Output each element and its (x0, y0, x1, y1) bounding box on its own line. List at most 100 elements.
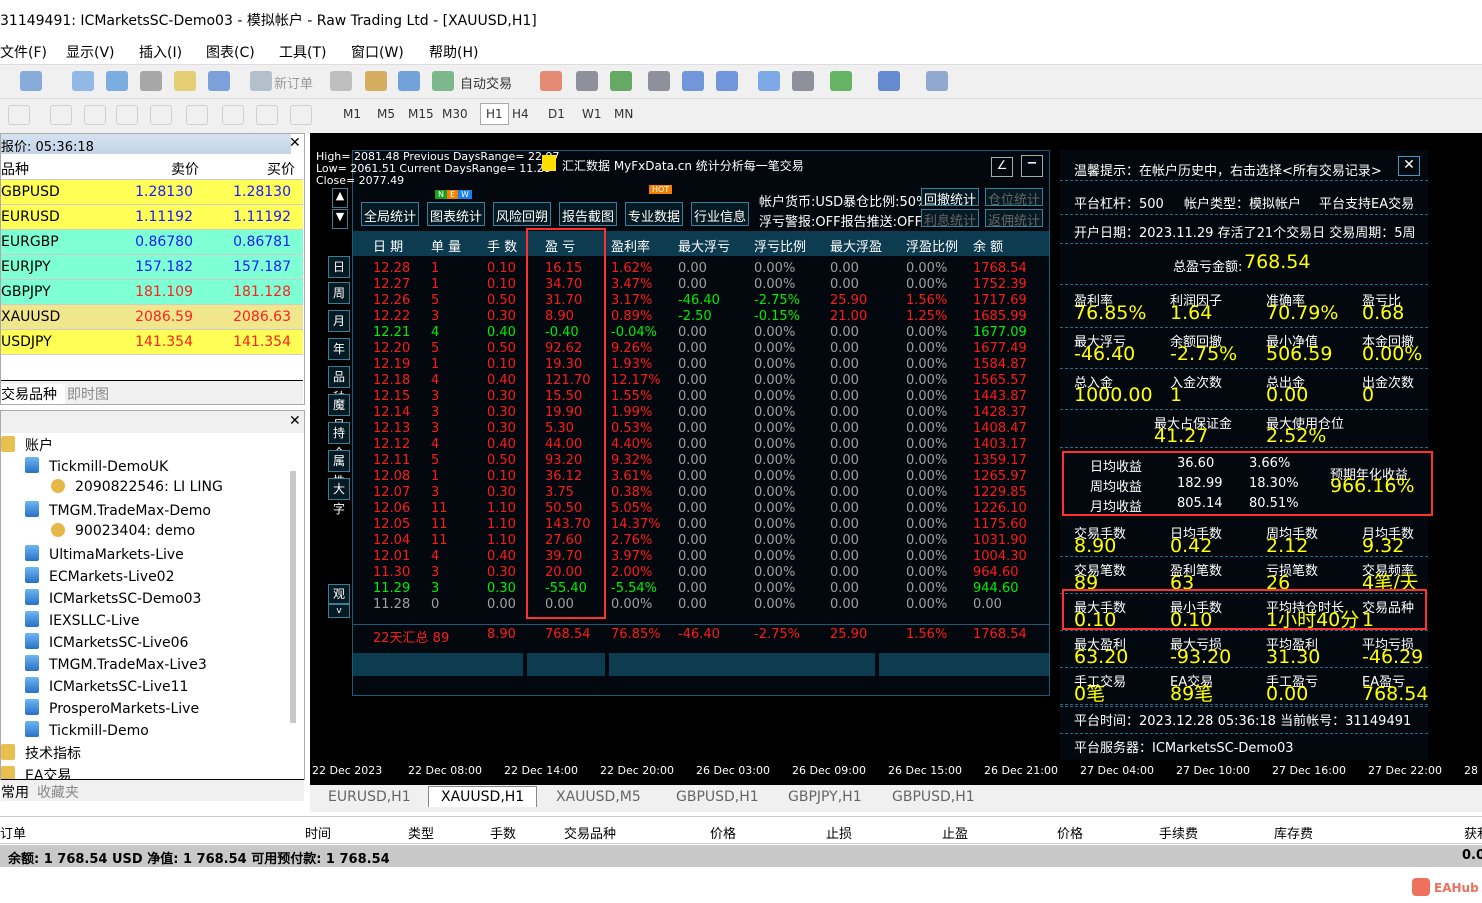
period-button[interactable]: 日 (328, 256, 350, 278)
navigator-item[interactable]: ICMarketsSC-Demo03 (25, 589, 201, 607)
button-pro-data[interactable]: 专业数据 (625, 202, 684, 226)
menu-item[interactable]: 帮助(H) (429, 42, 478, 62)
toolbar-icon[interactable] (540, 71, 562, 91)
chevron-down-icon[interactable]: v (328, 604, 350, 618)
timeframe-H1[interactable]: H1 (480, 103, 509, 125)
tab-symbols[interactable]: 交易品种 (1, 384, 65, 404)
navigator-item[interactable]: IEXSLLC-Live (25, 611, 139, 629)
period-button[interactable]: 月 (328, 310, 350, 332)
watch-button[interactable]: 观摩 (328, 584, 350, 619)
button-chart-stats[interactable]: 图表统计 (427, 202, 486, 226)
timeframe-MN[interactable]: MN (614, 107, 633, 121)
market-watch-row[interactable]: EURJPY 157.182 157.187 (1, 255, 303, 280)
navigator-item[interactable]: 90023404: demo (51, 523, 195, 539)
toolbar-icon[interactable] (106, 71, 128, 91)
navigator-item[interactable]: TMGM.TradeMax-Live3 (25, 655, 207, 673)
period-button[interactable]: 周 (328, 282, 350, 304)
toolbar-icon[interactable] (365, 71, 387, 91)
drawing-tool-icon[interactable] (50, 105, 72, 125)
period-button[interactable]: 大字 (328, 478, 350, 516)
chart-tab[interactable]: XAUUSD,H1 (428, 786, 538, 807)
market-watch-row[interactable]: GBPJPY 181.109 181.128 (1, 280, 303, 305)
tab-favorites[interactable]: 收藏夹 (37, 782, 79, 802)
toolbar-icon[interactable] (72, 71, 94, 91)
column-header[interactable]: 浮盈比例 (906, 236, 958, 255)
drawing-tool-icon[interactable] (150, 105, 172, 125)
chart-tab[interactable]: GBPJPY,H1 (788, 789, 862, 805)
navigator-item[interactable]: Tickmill-DemoUK (25, 457, 168, 475)
rebate-stats-button[interactable]: 返佣统计 (985, 209, 1044, 229)
drawing-tool-icon[interactable] (222, 105, 244, 125)
market-watch-row[interactable]: EURUSD 1.11192 1.11192 (1, 205, 303, 230)
timeframe-M5[interactable]: M5 (377, 107, 395, 121)
navigator-item[interactable]: UltimaMarkets-Live (25, 545, 184, 563)
scroll-up-button[interactable]: ▲ (332, 188, 348, 208)
button-report-screenshot[interactable]: 报告截图 (559, 202, 618, 226)
navigator-item[interactable]: 2090822546: LI LING (51, 479, 223, 495)
button-industry-info[interactable]: 行业信息 (691, 202, 750, 226)
menu-item[interactable]: 工具(T) (279, 42, 326, 62)
column-header[interactable]: 手 数 (487, 236, 517, 255)
navigator-item[interactable]: 技术指标 (1, 743, 81, 763)
position-stats-button[interactable]: 仓位统计 (985, 188, 1044, 208)
terminal-column-header[interactable]: 止盈 (942, 823, 968, 842)
toolbar-icon[interactable] (432, 71, 454, 91)
terminal-column-header[interactable]: 获利 (1464, 823, 1482, 842)
period-button[interactable]: 持仓 (328, 422, 350, 460)
column-header[interactable]: 浮亏比例 (754, 236, 806, 255)
interest-stats-button[interactable]: 利息统计 (921, 209, 980, 229)
toolbar-icon[interactable] (250, 71, 272, 91)
period-button[interactable]: 属性 (328, 450, 350, 488)
toolbar-icon[interactable] (140, 71, 162, 91)
close-icon[interactable]: ✕ (289, 413, 301, 429)
period-button[interactable]: 年 (328, 338, 350, 360)
drawdown-stats-button[interactable]: 回撤统计 (921, 188, 980, 208)
new-order-button[interactable]: 新订单 (274, 73, 313, 92)
terminal-column-header[interactable]: 类型 (408, 823, 434, 842)
terminal-column-header[interactable]: 库存费 (1274, 823, 1313, 842)
timeframe-H4[interactable]: H4 (512, 107, 529, 121)
terminal-column-header[interactable]: 止损 (826, 823, 852, 842)
menu-item[interactable]: 插入(I) (139, 42, 182, 62)
column-header[interactable]: 余 额 (973, 236, 1003, 255)
collapse-button[interactable]: − (1021, 155, 1043, 177)
terminal-column-header[interactable]: 手续费 (1159, 823, 1198, 842)
toolbar-icon[interactable] (830, 71, 852, 91)
navigator-item[interactable]: 账户 (1, 435, 53, 455)
timeframe-D1[interactable]: D1 (548, 107, 565, 121)
chart-tab[interactable]: GBPUSD,H1 (676, 789, 759, 805)
toolbar-icon[interactable] (398, 71, 420, 91)
menu-item[interactable]: 图表(C) (206, 42, 255, 62)
toolbar-icon[interactable] (878, 71, 900, 91)
toolbar-icon[interactable] (330, 71, 352, 91)
column-header[interactable]: 日 期 (373, 236, 403, 255)
period-button[interactable]: 品种 (328, 366, 350, 404)
column-header[interactable]: 最大浮亏 (678, 236, 730, 255)
minimize-panel-button[interactable]: ∠ (991, 157, 1013, 177)
navigator-item[interactable]: Tickmill-Demo (25, 721, 149, 739)
drawing-tool-icon[interactable] (8, 105, 30, 125)
tab-common[interactable]: 常用 (1, 782, 29, 802)
menu-item[interactable]: 窗口(W) (351, 42, 404, 62)
toolbar-icon[interactable] (716, 71, 738, 91)
terminal-column-header[interactable]: 时间 (305, 823, 331, 842)
timeframe-M15[interactable]: M15 (408, 107, 434, 121)
navigator-item[interactable]: ICMarketsSC-Live06 (25, 633, 188, 651)
terminal-column-header[interactable]: 手数 (490, 823, 516, 842)
terminal-column-header[interactable]: 交易品种 (564, 823, 616, 842)
column-header[interactable]: 最大浮盈 (830, 236, 882, 255)
navigator-item[interactable]: ICMarketsSC-Live11 (25, 677, 188, 695)
terminal-column-header[interactable]: 订单 (0, 823, 26, 842)
period-button[interactable]: 魔号 (328, 394, 350, 432)
timeframe-M30[interactable]: M30 (442, 107, 468, 121)
navigator-item[interactable]: TMGM.TradeMax-Demo (25, 501, 211, 519)
toolbar-icon[interactable] (682, 71, 704, 91)
drawing-tool-icon[interactable] (186, 105, 208, 125)
toolbar-icon[interactable] (648, 71, 670, 91)
chart-tab[interactable]: GBPUSD,H1 (892, 789, 975, 805)
column-header[interactable]: 盈利率 (611, 236, 650, 255)
button-global-stats[interactable]: 全局统计 (361, 202, 420, 226)
chart-tab[interactable]: EURUSD,H1 (328, 789, 411, 805)
terminal-column-header[interactable]: 价格 (1057, 823, 1083, 842)
close-icon[interactable]: ✕ (289, 135, 301, 151)
